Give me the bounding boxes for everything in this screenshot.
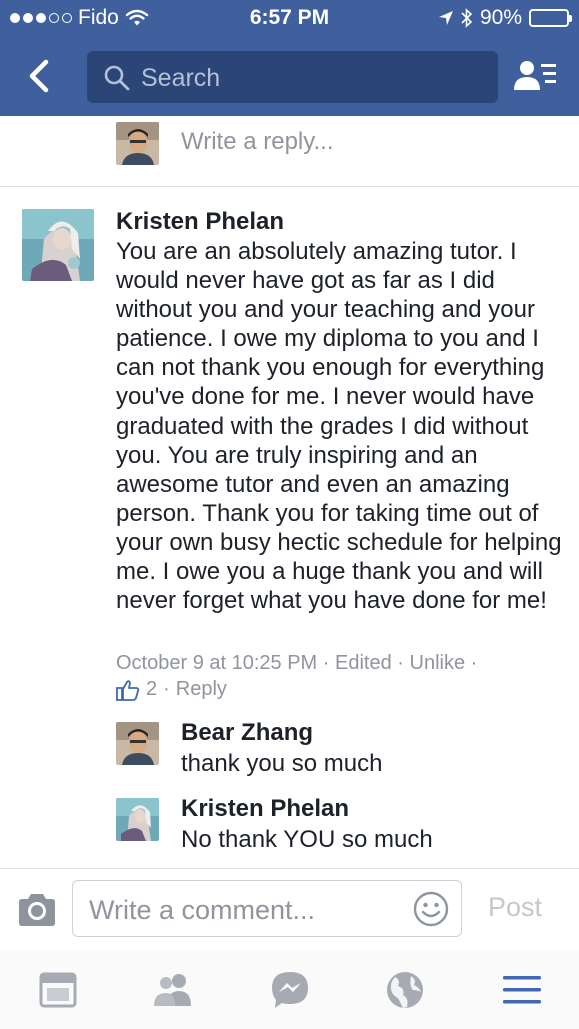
- location-arrow-icon: [438, 11, 453, 25]
- meta-separator: ·: [470, 652, 478, 674]
- search-icon: [104, 65, 130, 91]
- status-right-group: 90%: [438, 6, 572, 30]
- post-button[interactable]: Post: [488, 892, 542, 923]
- meta-separator: ·: [322, 652, 336, 674]
- reply-author-name[interactable]: Kristen Phelan: [181, 795, 349, 823]
- search-bar[interactable]: [87, 51, 498, 103]
- battery-icon: [529, 9, 572, 27]
- current-user-avatar: [116, 122, 159, 165]
- friends-icon[interactable]: [151, 968, 195, 1012]
- emoji-icon[interactable]: [412, 890, 450, 928]
- comment-reactions: 2 · Reply: [116, 678, 227, 701]
- comment-meta: October 9 at 10:25 PM · Edited · Unlike …: [116, 652, 477, 675]
- reply-avatar[interactable]: [116, 798, 159, 841]
- friend-requests-icon[interactable]: [510, 56, 560, 96]
- messenger-icon[interactable]: [268, 968, 312, 1012]
- news-feed-icon[interactable]: [36, 968, 80, 1012]
- like-count[interactable]: 2: [146, 678, 157, 701]
- reply-text: No thank YOU so much: [181, 826, 433, 853]
- back-chevron-icon[interactable]: [22, 54, 62, 98]
- notifications-globe-icon[interactable]: [383, 968, 427, 1012]
- comment-timestamp[interactable]: October 9 at 10:25 PM: [116, 652, 317, 674]
- reply-text: thank you so much: [181, 750, 383, 777]
- reply-button[interactable]: Reply: [176, 678, 227, 701]
- comment-author-name[interactable]: Kristen Phelan: [116, 208, 284, 236]
- comment-input-box[interactable]: [72, 880, 462, 937]
- menu-hamburger-icon[interactable]: [500, 968, 544, 1012]
- edited-label[interactable]: Edited: [335, 652, 392, 674]
- comment-input[interactable]: [87, 891, 401, 929]
- meta-separator: ·: [163, 678, 170, 700]
- bluetooth-icon: [461, 8, 473, 28]
- thumbs-up-icon[interactable]: [116, 679, 140, 701]
- camera-icon[interactable]: [16, 892, 58, 928]
- commenter-avatar[interactable]: [22, 209, 94, 281]
- meta-separator: ·: [397, 652, 410, 674]
- comment-body: You are an absolutely amazing tutor. I w…: [116, 238, 562, 615]
- reply-author-name[interactable]: Bear Zhang: [181, 719, 313, 747]
- status-bar: Fido 6:57 PM 90%: [0, 0, 579, 38]
- unlike-button[interactable]: Unlike: [410, 652, 466, 674]
- battery-percent: 90%: [479, 6, 522, 29]
- reply-avatar[interactable]: [116, 722, 159, 765]
- write-reply-field[interactable]: Write a reply...: [181, 128, 333, 156]
- search-input[interactable]: [139, 59, 483, 97]
